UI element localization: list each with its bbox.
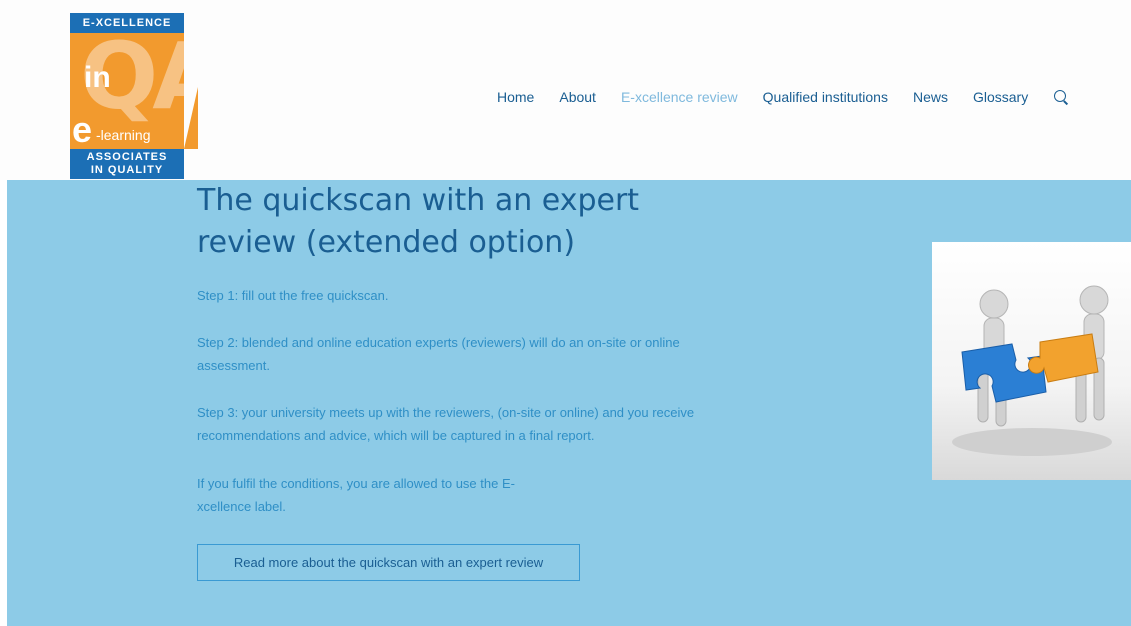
logo-body: QA in e -learning — [70, 33, 184, 149]
logo-top-text: E-XCELLENCE — [70, 13, 184, 33]
site-header: E-XCELLENCE QA in e -learning ASSOCIATES… — [0, 0, 1131, 180]
puzzle-figures-image — [932, 242, 1131, 480]
logo-in-text: in — [84, 61, 111, 94]
main-nav: Home About E-xcellence review Qualified … — [497, 86, 1069, 108]
logo-bottom-line2: IN QUALITY — [90, 164, 164, 176]
logo-bottom-line1: ASSOCIATES — [86, 151, 168, 163]
step-3-text: Step 3: your university meets up with th… — [197, 405, 695, 443]
logo-e-text: e — [72, 109, 93, 149]
conditions-text: If you fulfil the conditions, you are al… — [197, 476, 515, 514]
read-more-button[interactable]: Read more about the quickscan with an ex… — [197, 544, 580, 581]
page-title: The quickscan with an expert review (ext… — [197, 183, 640, 260]
step-2-text: Step 2: blended and online education exp… — [197, 335, 680, 373]
nav-home[interactable]: Home — [497, 89, 534, 105]
nav-excellence-review[interactable]: E-xcellence review — [621, 89, 738, 105]
nav-about[interactable]: About — [559, 89, 596, 105]
nav-news[interactable]: News — [913, 89, 948, 105]
puzzle-illustration — [952, 285, 1112, 456]
nav-qualified-institutions[interactable]: Qualified institutions — [763, 89, 888, 105]
search-icon[interactable] — [1053, 89, 1069, 105]
nav-glossary[interactable]: Glossary — [973, 89, 1028, 105]
logo-bottom-text: ASSOCIATES IN QUALITY — [70, 149, 184, 179]
logo-tail-shape — [184, 87, 198, 149]
step-1-text: Step 1: fill out the free quickscan. — [197, 288, 389, 303]
logo-learning-text: -learning — [96, 127, 151, 143]
site-logo[interactable]: E-XCELLENCE QA in e -learning ASSOCIATES… — [70, 13, 198, 179]
